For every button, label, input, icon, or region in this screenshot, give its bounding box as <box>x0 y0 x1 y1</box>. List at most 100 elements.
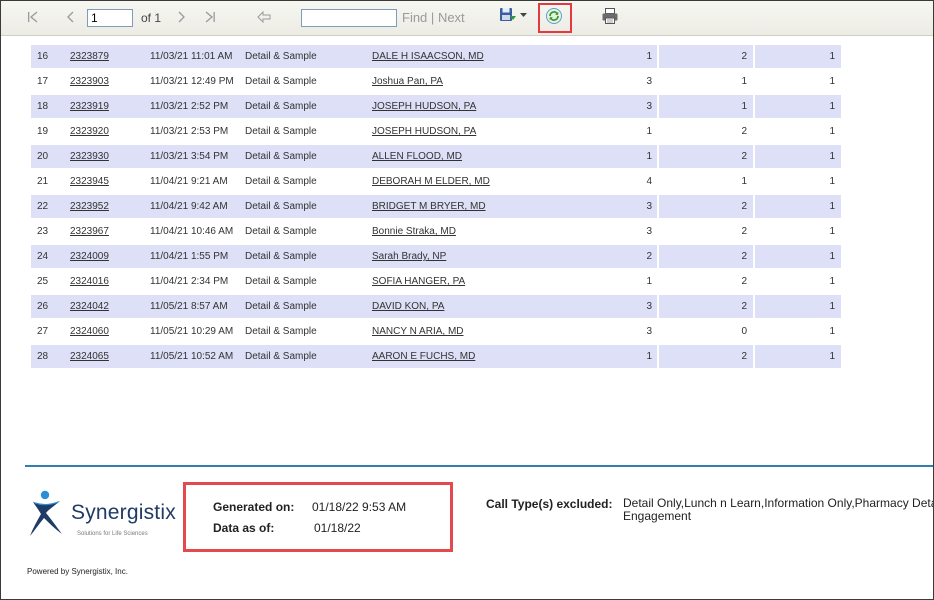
prescriber-name-link[interactable]: JOSEPH HUDSON, PA <box>372 120 565 145</box>
generated-on-label: Generated on: <box>213 500 295 514</box>
row-number: 23 <box>31 220 70 245</box>
next-page-icon[interactable] <box>177 10 187 24</box>
value-col-2: 2 <box>659 220 755 245</box>
value-col-1: 1 <box>565 345 659 370</box>
value-col-2: 2 <box>659 195 755 220</box>
value-col-2: 2 <box>659 245 755 270</box>
value-col-2: 2 <box>659 270 755 295</box>
refresh-highlight-box <box>538 3 572 33</box>
call-type: Detail & Sample <box>245 245 372 270</box>
value-col-3: 1 <box>755 245 841 270</box>
table-row: 18 2323919 11/03/21 2:52 PM Detail & Sample… <box>31 95 841 120</box>
row-number: 25 <box>31 270 70 295</box>
next-link[interactable]: Next <box>438 10 465 25</box>
call-id-link[interactable]: 2323930 <box>70 145 150 170</box>
call-datetime: 11/03/21 2:53 PM <box>150 120 245 145</box>
prescriber-name-link[interactable]: DAVID KON, PA <box>372 295 565 320</box>
call-id-link[interactable]: 2323879 <box>70 45 150 70</box>
find-separator: | <box>430 10 435 25</box>
prescriber-name-link[interactable]: ALLEN FLOOD, MD <box>372 145 565 170</box>
first-page-icon[interactable] <box>27 10 39 24</box>
row-number: 19 <box>31 120 70 145</box>
prescriber-name-link[interactable]: Joshua Pan, PA <box>372 70 565 95</box>
row-number: 28 <box>31 345 70 370</box>
value-col-1: 1 <box>565 120 659 145</box>
value-col-1: 3 <box>565 295 659 320</box>
page-number-input[interactable] <box>87 9 133 27</box>
call-id-link[interactable]: 2323945 <box>70 170 150 195</box>
prescriber-name-link[interactable]: JOSEPH HUDSON, PA <box>372 95 565 120</box>
value-col-3: 1 <box>755 195 841 220</box>
value-col-2: 2 <box>659 145 755 170</box>
call-id-link[interactable]: 2323952 <box>70 195 150 220</box>
value-col-2: 2 <box>659 295 755 320</box>
last-page-icon[interactable] <box>204 10 216 24</box>
call-id-link[interactable]: 2323920 <box>70 120 150 145</box>
call-id-link[interactable]: 2323967 <box>70 220 150 245</box>
value-col-2: 0 <box>659 320 755 345</box>
call-type: Detail & Sample <box>245 95 372 120</box>
value-col-3: 1 <box>755 45 841 70</box>
value-col-3: 1 <box>755 220 841 245</box>
call-id-link[interactable]: 2324016 <box>70 270 150 295</box>
call-datetime: 11/04/21 9:21 AM <box>150 170 245 195</box>
call-id-link[interactable]: 2324009 <box>70 245 150 270</box>
call-datetime: 11/04/21 2:34 PM <box>150 270 245 295</box>
value-col-2: 1 <box>659 95 755 120</box>
value-col-1: 1 <box>565 145 659 170</box>
table-row: 24 2324009 11/04/21 1:55 PM Detail & Sample… <box>31 245 841 270</box>
export-dropdown-chevron-icon[interactable] <box>520 13 527 18</box>
value-col-1: 3 <box>565 195 659 220</box>
prescriber-name-link[interactable]: DALE H ISAACSON, MD <box>372 45 565 70</box>
print-icon[interactable] <box>601 7 619 25</box>
row-number: 27 <box>31 320 70 345</box>
table-row: 17 2323903 11/03/21 12:49 PM Detail & Sampl… <box>31 70 841 95</box>
back-arrow-icon[interactable] <box>257 11 271 23</box>
call-id-link[interactable]: 2323919 <box>70 95 150 120</box>
call-datetime: 11/04/21 9:42 AM <box>150 195 245 220</box>
row-number: 22 <box>31 195 70 220</box>
report-viewer: of 1 Find | Next <box>0 0 934 600</box>
call-type: Detail & Sample <box>245 320 372 345</box>
call-id-link[interactable]: 2324065 <box>70 345 150 370</box>
export-save-icon[interactable] <box>499 7 517 23</box>
value-col-2: 1 <box>659 170 755 195</box>
call-datetime: 11/03/21 2:52 PM <box>150 95 245 120</box>
row-number: 20 <box>31 145 70 170</box>
value-col-1: 3 <box>565 320 659 345</box>
table-row: 16 2323879 11/03/21 11:01 AM Detail & Sampl… <box>31 45 841 70</box>
call-id-link[interactable]: 2324060 <box>70 320 150 345</box>
call-types-excluded-value: Detail Only,Lunch n Learn,Information On… <box>623 497 933 523</box>
prescriber-name-link[interactable]: DEBORAH M ELDER, MD <box>372 170 565 195</box>
call-type: Detail & Sample <box>245 45 372 70</box>
previous-page-icon[interactable] <box>65 10 75 24</box>
call-types-line-2: Engagement <box>623 509 692 523</box>
value-col-1: 1 <box>565 270 659 295</box>
prescriber-name-link[interactable]: BRIDGET M BRYER, MD <box>372 195 565 220</box>
find-text-input[interactable] <box>301 9 397 27</box>
call-types-excluded-label: Call Type(s) excluded: <box>486 497 613 511</box>
value-col-1: 4 <box>565 170 659 195</box>
find-link[interactable]: Find <box>402 10 427 25</box>
value-col-2: 2 <box>659 45 755 70</box>
call-type: Detail & Sample <box>245 195 372 220</box>
table-row: 22 2323952 11/04/21 9:42 AM Detail & Sample… <box>31 195 841 220</box>
report-toolbar: of 1 Find | Next <box>1 1 933 36</box>
call-datetime: 11/05/21 8:57 AM <box>150 295 245 320</box>
value-col-3: 1 <box>755 170 841 195</box>
call-id-link[interactable]: 2323903 <box>70 70 150 95</box>
prescriber-name-link[interactable]: Sarah Brady, NP <box>372 245 565 270</box>
value-col-2: 1 <box>659 70 755 95</box>
table-row: 19 2323920 11/03/21 2:53 PM Detail & Sample… <box>31 120 841 145</box>
prescriber-name-link[interactable]: AARON E FUCHS, MD <box>372 345 565 370</box>
value-col-3: 1 <box>755 295 841 320</box>
prescriber-name-link[interactable]: NANCY N ARIA, MD <box>372 320 565 345</box>
call-type: Detail & Sample <box>245 295 372 320</box>
value-col-1: 3 <box>565 70 659 95</box>
report-table: 16 2323879 11/03/21 11:01 AM Detail & Sampl… <box>31 45 841 370</box>
call-id-link[interactable]: 2324042 <box>70 295 150 320</box>
prescriber-name-link[interactable]: Bonnie Straka, MD <box>372 220 565 245</box>
prescriber-name-link[interactable]: SOFIA HANGER, PA <box>372 270 565 295</box>
table-row: 26 2324042 11/05/21 8:57 AM Detail & Sample… <box>31 295 841 320</box>
call-datetime: 11/04/21 10:46 AM <box>150 220 245 245</box>
